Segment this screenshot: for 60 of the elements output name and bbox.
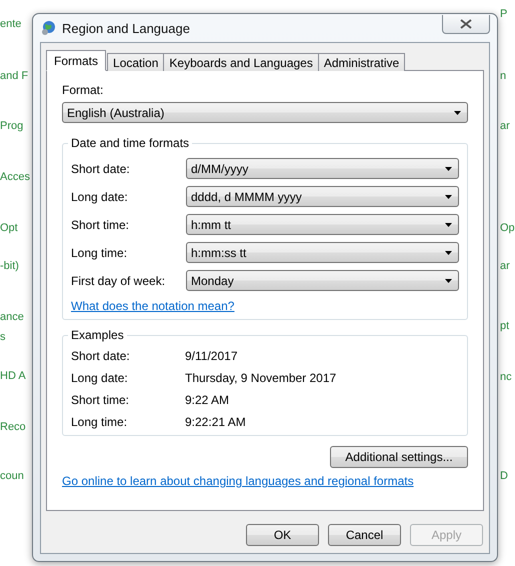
window-title: Region and Language [62,20,190,36]
field-label: Short time: [71,218,130,232]
tab[interactable]: Administrative [318,53,406,71]
format-dropdown[interactable]: d/MM/yyyy [186,158,459,179]
control-panel-item: nc [500,371,512,383]
format-dropdown[interactable]: h:mm tt [186,214,459,235]
control-panel-item: ar [500,120,510,132]
tab[interactable]: Keyboards and Languages [163,53,319,71]
dropdown-arrow-icon [445,250,452,254]
field-label: Long time: [71,246,128,260]
close-icon [460,18,472,28]
additional-settings-button[interactable]: Additional settings... [330,446,468,468]
field-label: Short date: [71,162,131,176]
dialog-button[interactable]: OK [246,524,319,546]
example-label: Short date: [71,349,130,363]
close-button[interactable] [442,14,490,34]
format-dropdown[interactable]: h:mm:ss tt [186,242,459,263]
format-dropdown[interactable]: Monday [186,270,459,291]
control-panel-item: n [500,70,506,82]
control-panel-item: s [0,331,6,343]
control-panel-item: P [500,8,508,20]
control-panel-item: ance [0,311,24,323]
online-help-link[interactable]: Go online to learn about changing languages and regional formats [62,474,468,488]
example-label: Short time: [71,393,130,407]
format-label: Format: [62,83,104,97]
control-panel-item: and F [0,70,28,82]
control-panel-item: ente [0,18,22,30]
format-dropdown[interactable]: English (Australia) [62,102,468,123]
control-panel-item: Reco [0,421,26,433]
example-value: 9:22:21 AM [185,415,246,429]
group-title: Examples [68,328,127,342]
dropdown-arrow-icon [454,110,461,114]
dropdown-arrow-icon [445,278,452,282]
field-label: First day of week: [71,274,166,288]
example-label: Long time: [71,415,128,429]
tab[interactable]: Location [107,53,164,71]
control-panel-item: ar [500,260,510,272]
field-label: Long date: [71,190,129,204]
tab[interactable]: Formats [46,50,106,71]
control-panel-item: coun [0,470,24,482]
dialog-button[interactable]: Cancel [328,524,401,546]
control-panel-item: D [500,470,508,482]
control-panel-item: Opt [0,222,18,234]
dropdown-arrow-icon [445,222,452,226]
notation-help-link[interactable]: What does the notation mean? [71,299,234,313]
dropdown-arrow-icon [445,166,452,170]
example-value: 9:22 AM [185,393,230,407]
globe-icon [40,20,56,36]
example-value: Thursday, 9 November 2017 [185,371,336,385]
control-panel-item: pt [500,320,510,332]
control-panel-item: Prog [0,120,24,132]
dropdown-arrow-icon [445,194,452,198]
example-label: Long date: [71,371,128,385]
example-value: 9/11/2017 [185,349,238,363]
control-panel-item: HD A [0,370,26,382]
control-panel-item: -bit) [0,260,19,272]
control-panel-item: Op [500,222,515,234]
group-title: Date and time formats [68,136,192,150]
format-dropdown[interactable]: dddd, d MMMM yyyy [186,186,459,207]
control-panel-item: Acces [0,171,30,183]
